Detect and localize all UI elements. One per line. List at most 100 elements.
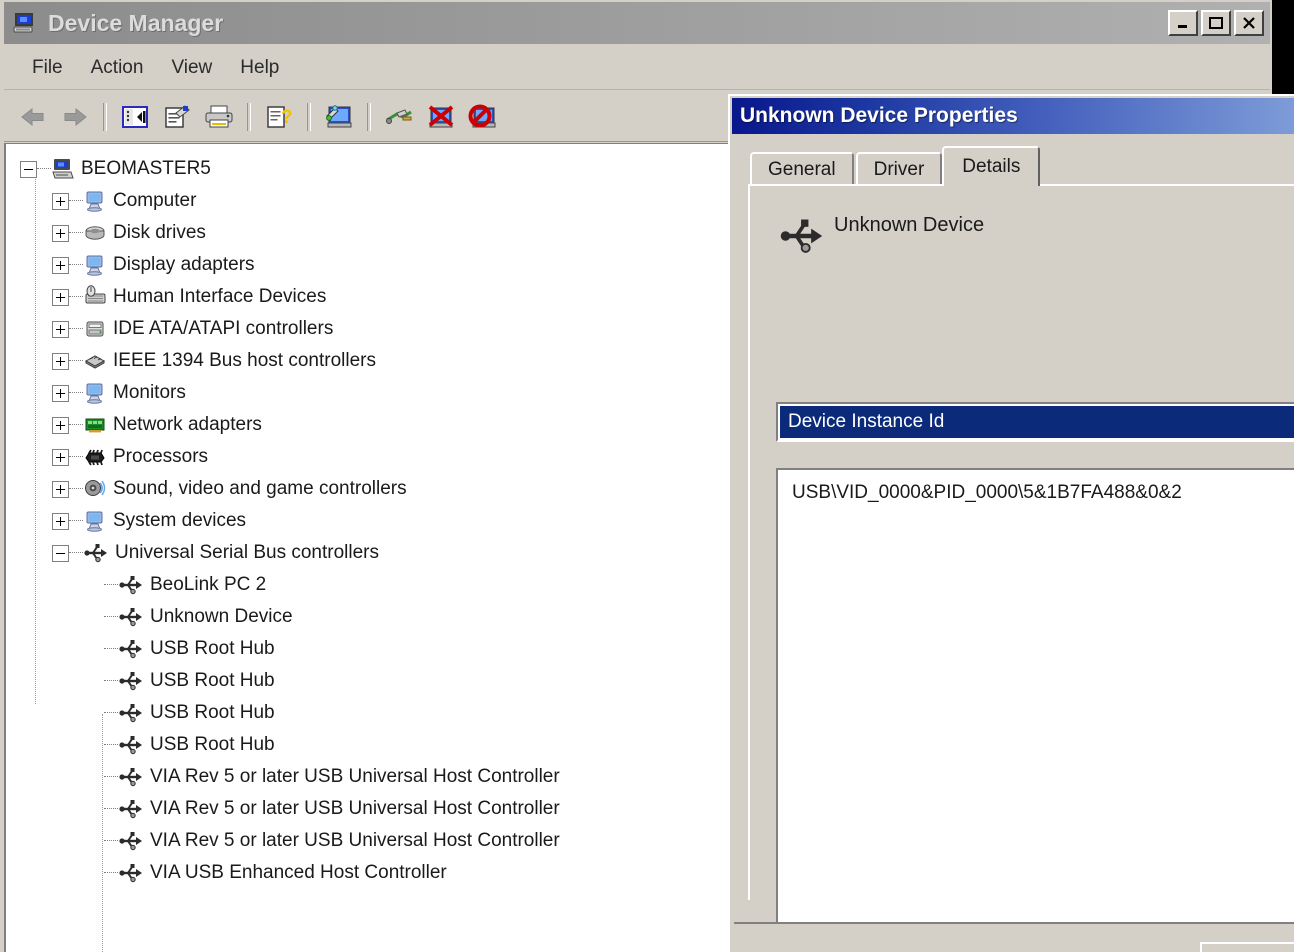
usb-device-icon	[118, 669, 144, 693]
usb-device-icon	[118, 637, 144, 661]
usb-device-icon	[118, 765, 144, 789]
ide-controller-icon	[83, 317, 107, 341]
tree-item-label: VIA Rev 5 or later USB Universal Host Co…	[150, 766, 560, 787]
tab-general[interactable]: General	[750, 152, 854, 186]
display-adapter-icon	[83, 253, 107, 277]
show-hide-console-tree-icon[interactable]	[114, 97, 156, 137]
disable-device-icon[interactable]	[462, 97, 504, 137]
expand-expander-icon[interactable]	[52, 512, 69, 530]
device-header: Unknown Device	[778, 214, 984, 253]
tree-item-monitors[interactable]: Monitors	[6, 377, 757, 409]
update-driver-icon[interactable]	[318, 97, 360, 137]
device-manager-titlebar[interactable]: Device Manager	[4, 2, 1270, 44]
tree-item-via-rev-5-usb-universal-host-controller[interactable]: VIA Rev 5 or later USB Universal Host Co…	[6, 793, 757, 825]
tree-item-disk-drives[interactable]: Disk drives	[6, 217, 757, 249]
tab-strip: General Driver Details	[750, 146, 1042, 186]
menu-view[interactable]: View	[157, 53, 226, 83]
tab-driver[interactable]: Driver	[855, 152, 943, 186]
expand-expander-icon[interactable]	[52, 224, 69, 242]
expand-expander-icon[interactable]	[52, 352, 69, 370]
usb-device-icon	[118, 701, 144, 725]
tree-item-beolink-pc-2[interactable]: BeoLink PC 2	[6, 569, 757, 601]
computer-root-icon	[51, 157, 75, 181]
tree-item-human-interface-devices[interactable]: Human Interface Devices	[6, 281, 757, 313]
tree-item-label: Unknown Device	[150, 606, 293, 627]
dialog-title: Unknown Device Properties	[740, 104, 1018, 127]
tree-item-label: Network adapters	[113, 414, 262, 435]
toolbar-separator	[367, 102, 371, 131]
tree-connector	[37, 168, 51, 170]
tree-item-via-rev-5-usb-universal-host-controller[interactable]: VIA Rev 5 or later USB Universal Host Co…	[6, 825, 757, 857]
window-title: Device Manager	[48, 9, 224, 36]
tree-connector	[69, 552, 83, 554]
device-tree-panel[interactable]: BEOMASTER5 Computer Disk drives Display …	[4, 143, 757, 952]
expand-expander-icon[interactable]	[52, 448, 69, 466]
usb-device-icon	[118, 605, 144, 629]
tree-item-usb-root-hub[interactable]: USB Root Hub	[6, 665, 757, 697]
tree-item-label: System devices	[113, 510, 247, 531]
tree-connector	[69, 392, 83, 394]
screen: Device Manager File Action View Help ? B…	[0, 0, 1294, 952]
tree-item-universal-serial-bus-controllers[interactable]: Universal Serial Bus controllers	[6, 537, 757, 569]
minimize-button[interactable]	[1168, 10, 1198, 36]
computer-icon	[83, 189, 107, 213]
help-icon[interactable]: ?	[258, 97, 300, 137]
tree-item-ieee-1394-bus-host-controllers[interactable]: IEEE 1394 Bus host controllers	[6, 345, 757, 377]
tree-connector	[69, 456, 83, 458]
tree-item-usb-root-hub[interactable]: USB Root Hub	[6, 729, 757, 761]
expand-expander-icon[interactable]	[52, 480, 69, 498]
usb-icon	[83, 541, 109, 565]
tree-connector	[104, 616, 118, 618]
tab-details[interactable]: Details	[942, 146, 1041, 186]
usb-device-icon	[778, 214, 826, 258]
toolbar-separator	[103, 102, 107, 131]
expand-expander-icon[interactable]	[52, 192, 69, 210]
tree-item-ide-ata-atapi-controllers[interactable]: IDE ATA/ATAPI controllers	[6, 313, 757, 345]
print-icon[interactable]	[198, 97, 240, 137]
tree-connector	[69, 232, 83, 234]
properties-icon[interactable]	[156, 97, 198, 137]
expand-expander-icon[interactable]	[52, 288, 69, 306]
tree-item-unknown-device[interactable]: Unknown Device	[6, 601, 757, 633]
forward-icon[interactable]	[54, 97, 96, 137]
uninstall-device-icon[interactable]	[420, 97, 462, 137]
collapse-expander-icon[interactable]	[20, 160, 37, 178]
property-combobox[interactable]: Device Instance Id	[776, 402, 1294, 442]
tree-item-label: Human Interface Devices	[113, 286, 327, 307]
back-icon[interactable]	[12, 97, 54, 137]
tree-guide-line	[35, 170, 36, 704]
scan-hardware-changes-icon[interactable]	[378, 97, 420, 137]
window-controls	[1168, 10, 1264, 36]
tree-item-computer[interactable]: Computer	[6, 185, 757, 217]
tree-item-label: Computer	[113, 190, 197, 211]
tree-item-via-rev-5-usb-universal-host-controller[interactable]: VIA Rev 5 or later USB Universal Host Co…	[6, 761, 757, 793]
tree-item-usb-root-hub[interactable]: USB Root Hub	[6, 697, 757, 729]
menu-help[interactable]: Help	[226, 53, 293, 83]
ok-button[interactable]: OK	[1200, 942, 1294, 952]
expand-expander-icon[interactable]	[52, 320, 69, 338]
monitor-icon	[83, 381, 107, 405]
tree-connector	[69, 488, 83, 490]
collapse-expander-icon[interactable]	[52, 544, 69, 562]
usb-device-icon	[118, 829, 144, 853]
tree-item-system-devices[interactable]: System devices	[6, 505, 757, 537]
tree-item-label: Disk drives	[113, 222, 206, 243]
tree-connector	[104, 776, 118, 778]
expand-expander-icon[interactable]	[52, 384, 69, 402]
tree-item-usb-root-hub[interactable]: USB Root Hub	[6, 633, 757, 665]
tree-item-label: Sound, video and game controllers	[113, 478, 407, 499]
tree-item-processors[interactable]: Processors	[6, 441, 757, 473]
tree-item-display-adapters[interactable]: Display adapters	[6, 249, 757, 281]
menu-file[interactable]: File	[18, 53, 77, 83]
tree-item-sound-video-and-game-controllers[interactable]: Sound, video and game controllers	[6, 473, 757, 505]
tree-item-via-usb-enhanced-host-controller[interactable]: VIA USB Enhanced Host Controller	[6, 857, 757, 889]
property-value-list[interactable]: USB\VID_0000&PID_0000\5&1B7FA488&0&2	[776, 468, 1294, 952]
properties-dialog-titlebar[interactable]: Unknown Device Properties	[732, 98, 1294, 134]
menu-action[interactable]: Action	[77, 53, 158, 83]
tree-item-network-adapters[interactable]: Network adapters	[6, 409, 757, 441]
close-button[interactable]	[1234, 10, 1264, 36]
tree-root-beomaster5[interactable]: BEOMASTER5	[6, 153, 757, 185]
maximize-button[interactable]	[1201, 10, 1231, 36]
expand-expander-icon[interactable]	[52, 416, 69, 434]
expand-expander-icon[interactable]	[52, 256, 69, 274]
